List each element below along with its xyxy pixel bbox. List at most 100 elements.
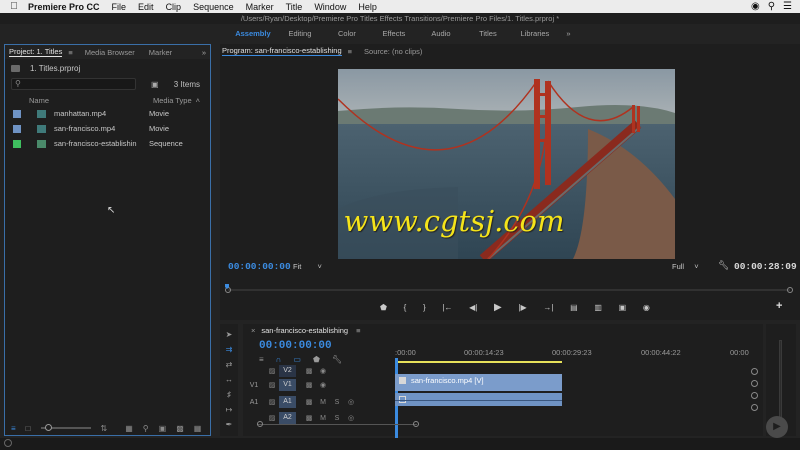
zoom-fit-dropdown[interactable]: Fit ˅ <box>293 262 322 271</box>
track-select-tool-icon[interactable]: ⇉ <box>226 345 233 354</box>
audio-clip[interactable] <box>395 393 562 406</box>
add-marker-icon[interactable]: ⬟ <box>380 303 387 312</box>
column-media-type[interactable]: Media Type <box>153 96 192 105</box>
selection-tool-icon[interactable]: ➤ <box>226 330 233 339</box>
timeline-timecode[interactable]: 00:00:00:00 <box>259 340 332 352</box>
lock-icon[interactable]: ▨ <box>265 367 279 375</box>
sync-lock-icon[interactable]: ▩ <box>302 367 316 375</box>
source-patch-v1[interactable]: V1 <box>243 382 265 389</box>
list-view-icon[interactable]: ≡ <box>11 424 16 433</box>
pen-tool-icon[interactable]: ✒ <box>226 420 233 429</box>
lock-icon[interactable]: ▨ <box>265 381 279 389</box>
work-area-bar[interactable] <box>395 361 562 363</box>
play-icon[interactable]: ▶ <box>494 302 502 313</box>
workspace-assembly[interactable]: Assembly <box>229 29 276 38</box>
menu-sequence[interactable]: Sequence <box>193 2 234 12</box>
find-icon[interactable]: ⚲ <box>143 424 149 433</box>
lock-icon[interactable]: ▨ <box>265 414 279 422</box>
folder-icon[interactable] <box>11 64 20 72</box>
add-button-icon[interactable]: + <box>776 300 782 312</box>
keyframe-circle-icon[interactable] <box>751 404 758 411</box>
lock-icon[interactable]: ▨ <box>265 398 279 406</box>
workspace-effects[interactable]: Effects <box>370 29 417 38</box>
tab-program[interactable]: Program: san-francisco-establishing <box>222 46 342 56</box>
tab-project[interactable]: Project: 1. Titles <box>9 47 63 57</box>
rate-stretch-tool-icon[interactable]: ↔ <box>225 375 233 384</box>
linked-selection-icon[interactable]: ▭ <box>293 355 301 364</box>
tab-sequence[interactable]: san-francisco-establishing <box>261 326 348 335</box>
go-to-in-icon[interactable]: |← <box>442 303 452 312</box>
solo-button[interactable]: S <box>330 415 344 422</box>
tab-markers[interactable]: Marker <box>149 48 172 57</box>
close-icon[interactable]: × <box>251 326 255 335</box>
menu-edit[interactable]: Edit <box>138 2 154 12</box>
add-marker-icon[interactable]: ⬟ <box>313 355 320 364</box>
microphone-icon[interactable]: ◎ <box>344 398 358 406</box>
extract-icon[interactable]: ▥ <box>594 303 602 312</box>
source-patch-a1[interactable]: A1 <box>243 399 265 406</box>
project-search-input[interactable]: ⚲ <box>11 78 136 90</box>
label-color-swatch[interactable] <box>13 124 21 133</box>
lift-icon[interactable]: ▤ <box>570 303 578 312</box>
eye-icon[interactable]: ◉ <box>316 381 330 389</box>
track-target-v2[interactable]: V2 <box>279 365 296 377</box>
notification-center-icon[interactable]: ☰ <box>783 1 792 12</box>
menu-help[interactable]: Help <box>358 2 377 12</box>
new-item-icon[interactable]: ▩ <box>176 424 184 433</box>
keyframe-circle-icon[interactable] <box>751 368 758 375</box>
razor-tool-icon[interactable]: ♯ <box>227 390 231 399</box>
tab-source[interactable]: Source: (no clips) <box>364 47 422 56</box>
export-frame-icon[interactable]: ▣ <box>619 303 627 312</box>
camera-icon[interactable]: ◉ <box>643 303 650 312</box>
slip-tool-icon[interactable]: ↦ <box>226 405 233 414</box>
menu-marker[interactable]: Marker <box>246 2 274 12</box>
tab-media-browser[interactable]: Media Browser <box>85 48 135 57</box>
menu-window[interactable]: Window <box>314 2 346 12</box>
track-target-v1[interactable]: V1 <box>279 379 296 391</box>
keyframe-circle-icon[interactable] <box>751 392 758 399</box>
sort-icons-icon[interactable]: ⇅ <box>101 424 108 433</box>
workspace-more-icon[interactable]: » <box>566 29 570 38</box>
label-color-swatch[interactable] <box>13 109 21 118</box>
project-item-row[interactable]: san-francisco-establishin Sequence <box>5 136 210 151</box>
clear-icon[interactable]: ▦ <box>194 424 202 433</box>
play-badge-icon[interactable]: ▶ <box>766 416 788 438</box>
workspace-libraries[interactable]: Libraries <box>511 29 558 38</box>
project-item-row[interactable]: san-francisco.mp4 Movie <box>5 121 210 136</box>
menu-title[interactable]: Title <box>286 2 303 12</box>
sync-lock-icon[interactable]: ▩ <box>302 414 316 422</box>
column-name[interactable]: Name <box>29 96 153 105</box>
zoom-slider-handle-icon[interactable] <box>44 424 52 431</box>
workspace-audio[interactable]: Audio <box>417 29 464 38</box>
menu-clip[interactable]: Clip <box>166 2 182 12</box>
snap-icon[interactable]: ∩ <box>276 355 282 364</box>
creative-cloud-icon[interactable]: ◉ <box>751 1 760 12</box>
workspace-color[interactable]: Color <box>323 29 370 38</box>
track-target-a1[interactable]: A1 <box>279 396 296 408</box>
panel-menu-icon[interactable]: ≡ <box>68 48 72 57</box>
step-forward-icon[interactable]: |▶ <box>518 303 526 312</box>
scroll-handle-icon[interactable] <box>413 421 419 427</box>
ripple-edit-tool-icon[interactable]: ⇄ <box>226 360 233 369</box>
sort-ascending-icon[interactable]: ˄ <box>196 96 200 105</box>
timeline-horizontal-scrollbar[interactable] <box>257 421 757 427</box>
program-scrub-bar[interactable] <box>224 282 796 294</box>
eye-icon[interactable]: ◉ <box>316 367 330 375</box>
keyframe-circle-icon[interactable] <box>751 380 758 387</box>
wrench-icon[interactable]: 🔧︎ <box>718 260 729 271</box>
project-item-row[interactable]: manhattan.mp4 Movie <box>5 106 210 121</box>
new-bin-from-search-icon[interactable]: ▣ <box>151 80 159 89</box>
automate-to-sequence-icon[interactable]: ▦ <box>125 424 133 433</box>
panel-menu-icon[interactable]: ≡ <box>348 47 352 56</box>
panel-menu-icon[interactable]: ≡ <box>356 326 360 335</box>
video-clip[interactable]: san-francisco.mp4 [V] <box>395 374 562 391</box>
spotlight-icon[interactable]: ⚲ <box>768 1 775 12</box>
mute-button[interactable]: M <box>316 399 330 406</box>
tabs-overflow-icon[interactable]: » <box>202 48 206 57</box>
mark-in-icon[interactable]: { <box>404 303 407 312</box>
menu-file[interactable]: File <box>112 2 127 12</box>
wrench-icon[interactable]: 🔧︎ <box>332 355 342 364</box>
icon-view-icon[interactable]: □ <box>26 424 31 433</box>
workspace-titles[interactable]: Titles <box>464 29 511 38</box>
label-color-swatch[interactable] <box>13 139 21 148</box>
